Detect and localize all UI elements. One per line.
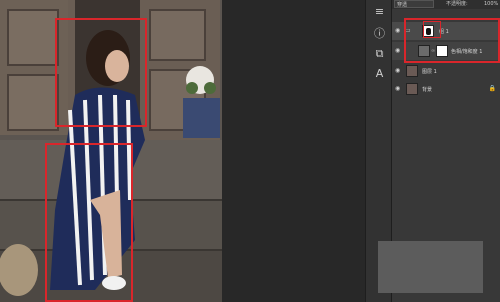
empty-panel-area bbox=[378, 241, 483, 293]
layers-options-bar: 穿透 不透明度: 100% bbox=[392, 0, 500, 9]
info-icon[interactable]: ⓘ bbox=[372, 26, 387, 41]
layer-name: 图层 1 bbox=[422, 69, 437, 75]
character-icon[interactable]: A bbox=[372, 66, 387, 81]
eye-icon[interactable]: ◉ bbox=[395, 86, 401, 92]
eye-icon[interactable]: ◉ bbox=[395, 48, 401, 54]
layer-thumbnail bbox=[406, 83, 418, 95]
libraries-icon[interactable]: ⧉ bbox=[372, 46, 387, 61]
layer-row-image-1[interactable]: ◉ 图层 1 bbox=[392, 62, 500, 80]
workspace-background bbox=[222, 0, 365, 302]
layer-name: 背景 bbox=[422, 87, 433, 93]
annotation-box-mask bbox=[423, 21, 441, 38]
opacity-label: 不透明度: bbox=[446, 1, 468, 7]
layer-thumbnail bbox=[406, 65, 418, 77]
layer-row-background[interactable]: ◉ 背景 🔒 bbox=[392, 80, 500, 98]
annotation-box-body bbox=[45, 143, 133, 302]
lock-icon: 🔒 bbox=[488, 85, 496, 92]
blend-mode-select[interactable]: 穿透 bbox=[394, 0, 434, 8]
annotation-box-layers bbox=[404, 18, 500, 63]
annotation-box-head bbox=[55, 18, 147, 127]
opacity-value[interactable]: 100% bbox=[484, 0, 498, 9]
photoshop-window: ≡ ⓘ ⧉ A 穿透 不透明度: 100% ◉ ▭ 组 1 ◉ ∞ 色相/饱和度… bbox=[0, 0, 500, 302]
eye-icon[interactable]: ◉ bbox=[395, 28, 401, 34]
eye-icon[interactable]: ◉ bbox=[395, 68, 401, 74]
layers-icon[interactable]: ≡ bbox=[372, 4, 387, 19]
